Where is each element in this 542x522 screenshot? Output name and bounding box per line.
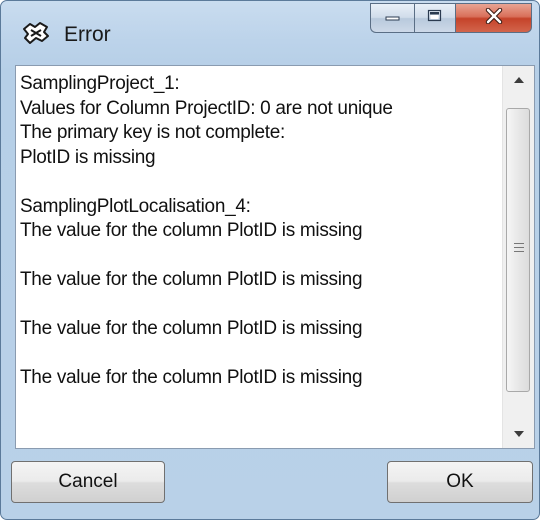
scroll-down-button[interactable] — [503, 420, 534, 448]
cancel-button[interactable]: Cancel — [11, 461, 165, 503]
error-dialog: Error SamplingProject_1: Values for Colu… — [0, 0, 540, 520]
title-bar[interactable]: Error — [1, 1, 539, 65]
close-icon — [485, 7, 503, 29]
grip-icon — [514, 243, 524, 255]
window-title: Error — [64, 23, 111, 46]
maximize-button[interactable] — [414, 3, 456, 33]
arrow-down-icon — [513, 428, 524, 440]
error-app-icon — [21, 21, 51, 47]
maximize-icon — [427, 9, 443, 28]
close-button[interactable] — [456, 3, 532, 33]
minimize-button[interactable] — [370, 3, 414, 33]
scroll-up-button[interactable] — [503, 66, 534, 94]
vertical-scrollbar[interactable] — [502, 66, 534, 448]
scroll-thumb[interactable] — [506, 108, 530, 392]
caption-buttons — [370, 3, 532, 33]
message-textbox[interactable]: SamplingProject_1: Values for Column Pro… — [15, 65, 535, 449]
ok-button[interactable]: OK — [387, 461, 533, 503]
arrow-up-icon — [513, 74, 524, 86]
minimize-icon — [385, 9, 401, 27]
error-message-text: SamplingProject_1: Values for Column Pro… — [20, 73, 393, 388]
